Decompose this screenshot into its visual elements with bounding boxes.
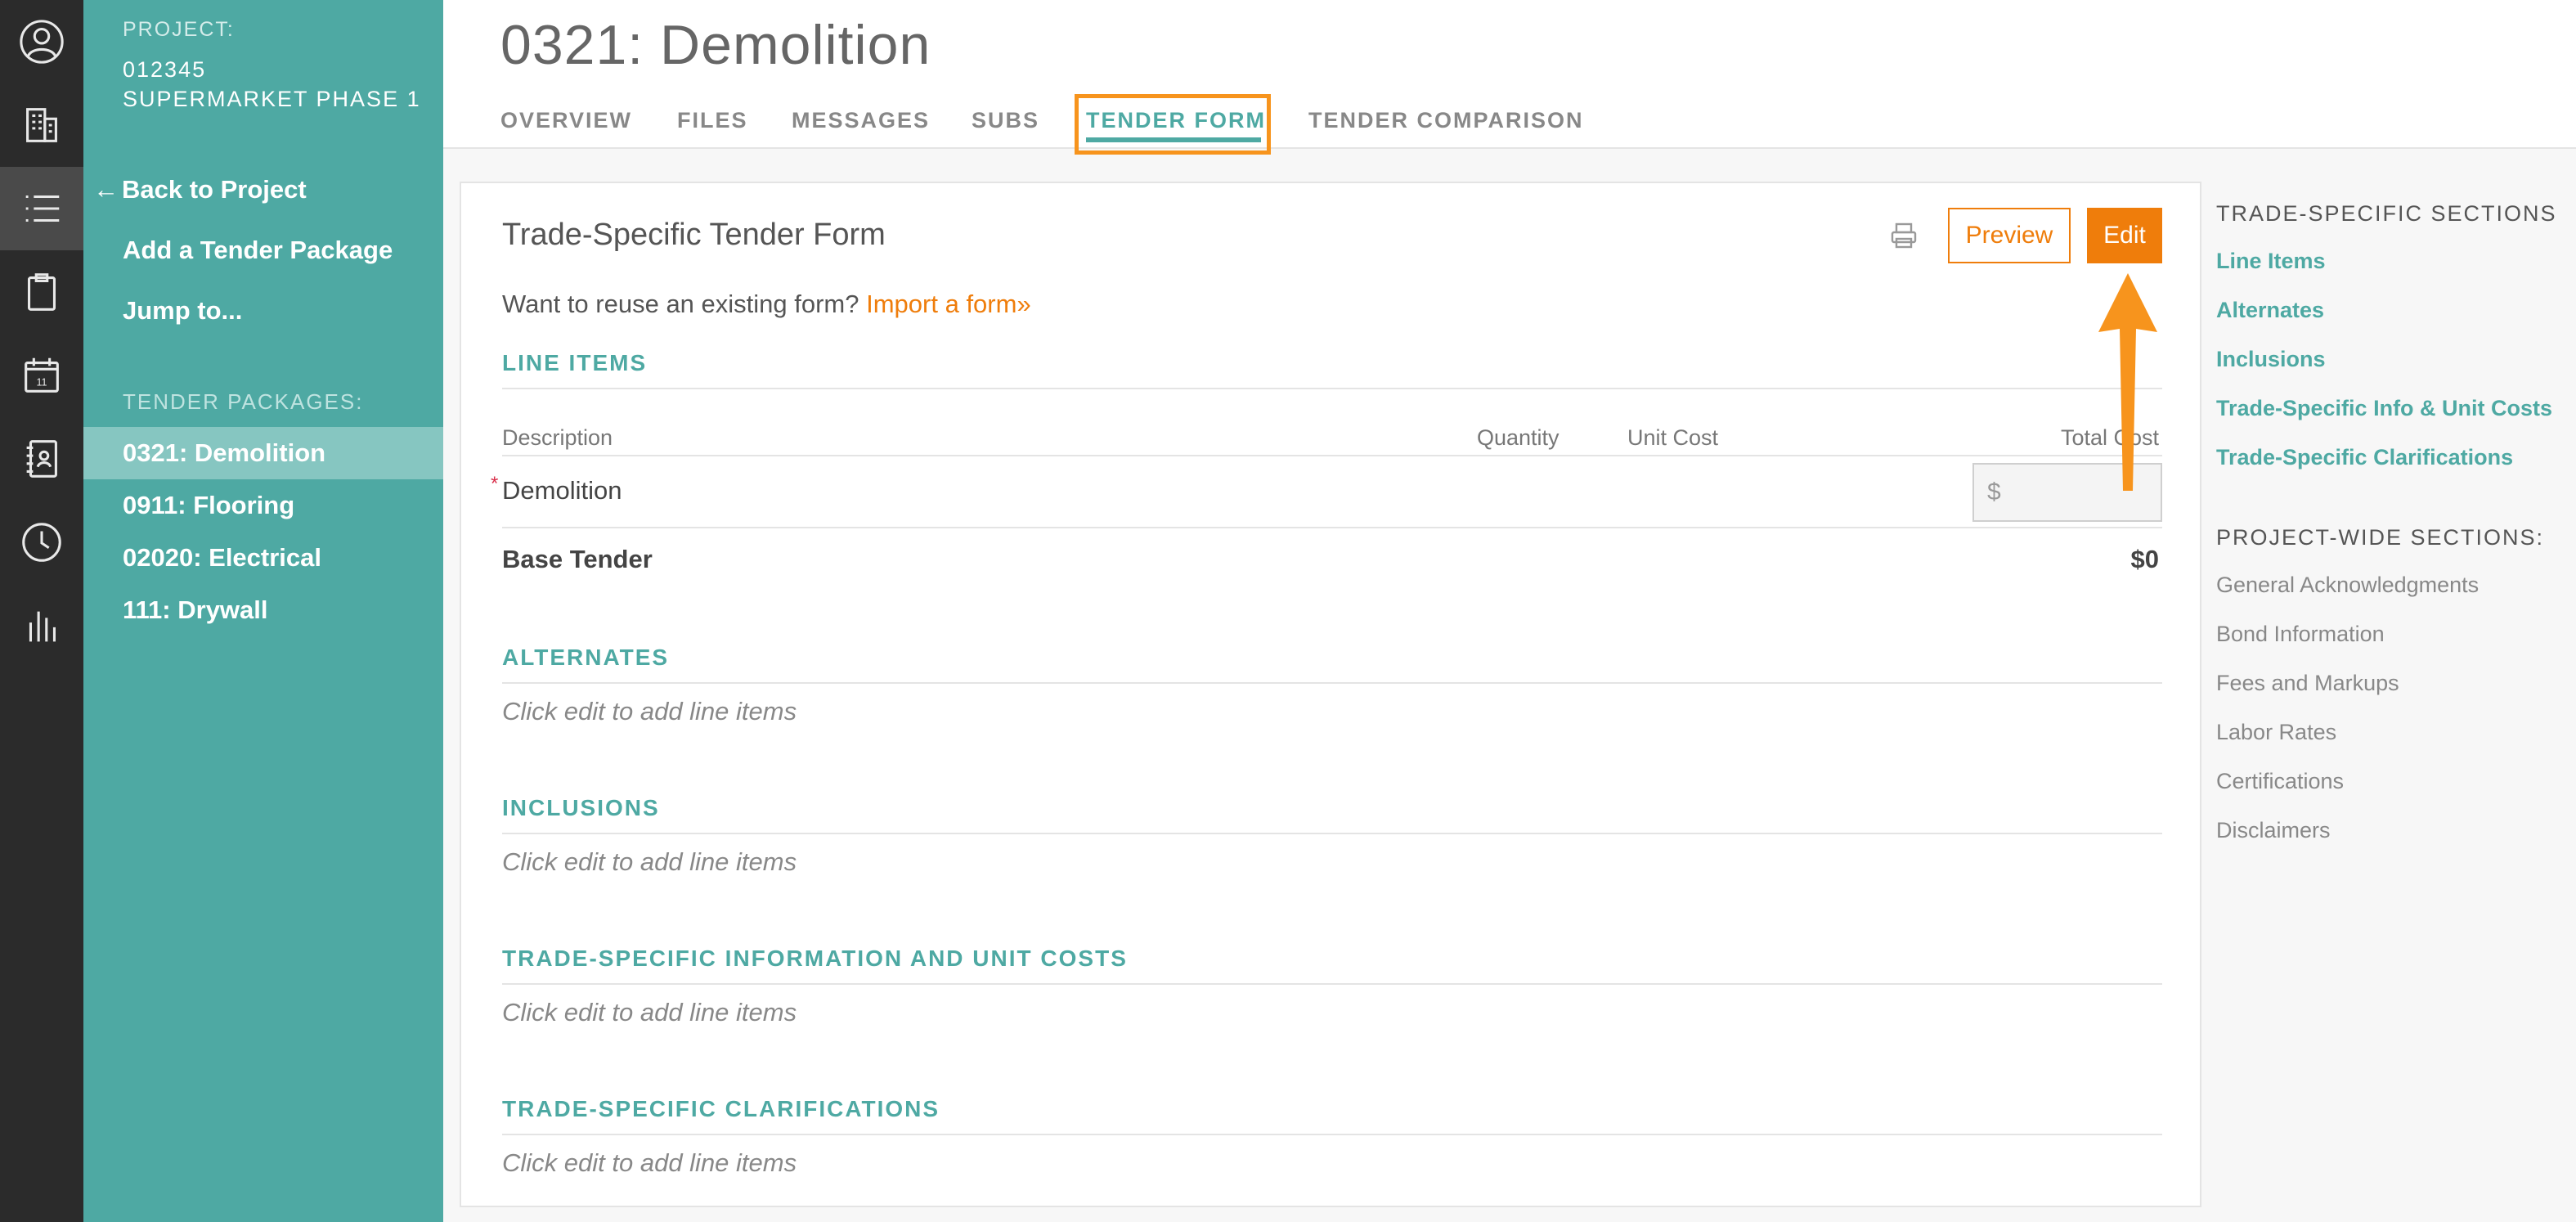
trade-info-empty-text: Click edit to add line items (502, 998, 797, 1027)
clock-icon (22, 523, 61, 562)
import-form-link[interactable]: Import a form» (866, 290, 1031, 318)
nav-inclusions[interactable]: Inclusions (2216, 347, 2326, 372)
section-title-inclusions: INCLUSIONS (502, 795, 2162, 834)
form-title: Trade-Specific Tender Form (502, 218, 886, 252)
page-header: 0321: Demolition OVERVIEW FILES MESSAGES… (443, 0, 2576, 149)
add-tender-package-link[interactable]: Add a Tender Package (123, 236, 393, 265)
alternates-empty-text: Click edit to add line items (502, 697, 797, 726)
rail-directory[interactable] (0, 417, 83, 501)
column-header-description: Description (502, 425, 613, 450)
project-number: 012345 (123, 57, 207, 82)
tab-subs[interactable]: SUBS (972, 108, 1039, 133)
print-button[interactable] (1889, 221, 1919, 250)
package-item-flooring[interactable]: 0911: Flooring (83, 479, 443, 532)
contacts-icon (26, 440, 57, 478)
clarifications-empty-text: Click edit to add line items (502, 1148, 797, 1177)
required-marker: * (491, 473, 499, 495)
icon-rail: 11 (0, 0, 83, 1222)
base-tender-value: $0 (2130, 545, 2159, 573)
project-name: SUPERMARKET PHASE 1 (123, 87, 421, 111)
arrow-annotation-icon (2098, 273, 2157, 491)
svg-text:11: 11 (36, 377, 47, 389)
package-item-demolition[interactable]: 0321: Demolition (83, 427, 443, 479)
rail-projects[interactable] (0, 83, 83, 167)
project-sidebar: PROJECT: 012345 SUPERMARKET PHASE 1 ← Bac… (83, 0, 443, 1222)
list-icon (25, 195, 60, 222)
column-header-quantity: Quantity (1477, 425, 1560, 450)
nav-line-items[interactable]: Line Items (2216, 249, 2326, 274)
column-header-unit-cost: Unit Cost (1627, 425, 1719, 450)
project-label: PROJECT: (123, 18, 235, 41)
building-icon (26, 108, 57, 142)
clipboard-icon (27, 273, 56, 311)
nav-clarifications[interactable]: Trade-Specific Clarifications (2216, 445, 2513, 470)
back-arrow-icon: ← (93, 175, 119, 204)
trade-sections-label: TRADE-SPECIFIC SECTIONS (2216, 201, 2557, 226)
nav-labor-rates[interactable]: Labor Rates (2216, 720, 2336, 745)
rail-profile[interactable] (0, 0, 83, 83)
rail-tasks[interactable] (0, 250, 83, 334)
bar-chart-icon (29, 611, 56, 642)
tab-files[interactable]: FILES (677, 108, 748, 133)
tender-form-card: Trade-Specific Tender Form Preview Edit … (460, 182, 2201, 1207)
reuse-prompt: Want to reuse an existing form? (502, 290, 859, 318)
reuse-form-text: Want to reuse an existing form? Import a… (502, 290, 1031, 319)
rail-history[interactable] (0, 501, 83, 584)
nav-fees-markups[interactable]: Fees and Markups (2216, 671, 2399, 696)
package-item-drywall[interactable]: 111: Drywall (83, 584, 443, 636)
section-title-alternates: ALTERNATES (502, 645, 2162, 684)
rail-tenders[interactable] (0, 167, 83, 250)
rail-calendar[interactable]: 11 (0, 334, 83, 417)
tab-overview[interactable]: OVERVIEW (500, 108, 632, 133)
nav-certifications[interactable]: Certifications (2216, 769, 2344, 794)
back-to-project-label: Back to Project (122, 175, 307, 204)
inclusions-empty-text: Click edit to add line items (502, 847, 797, 876)
tab-tender-comparison[interactable]: TENDER COMPARISON (1308, 108, 1584, 133)
rail-reports[interactable] (0, 584, 83, 667)
line-item-description: Demolition (502, 476, 622, 505)
tender-packages-label: TENDER PACKAGES: (123, 389, 364, 414)
page-title: 0321: Demolition (500, 14, 931, 76)
tab-highlight-annotation (1075, 94, 1271, 155)
tab-messages[interactable]: MESSAGES (792, 108, 930, 133)
section-title-line-items: LINE ITEMS (502, 350, 2162, 389)
section-title-trade-info: TRADE-SPECIFIC INFORMATION AND UNIT COST… (502, 946, 2162, 985)
nav-alternates[interactable]: Alternates (2216, 298, 2324, 323)
nav-bond-information[interactable]: Bond Information (2216, 622, 2385, 647)
base-tender-label: Base Tender (502, 545, 653, 573)
section-title-clarifications: TRADE-SPECIFIC CLARIFICATIONS (502, 1096, 2162, 1135)
project-sections-label: PROJECT-WIDE SECTIONS: (2216, 525, 2545, 550)
calendar-icon: 11 (25, 357, 59, 393)
row-divider (502, 527, 2162, 528)
nav-trade-info[interactable]: Trade-Specific Info & Unit Costs (2216, 396, 2552, 421)
user-icon (20, 20, 64, 64)
nav-general-acknowledgments[interactable]: General Acknowledgments (2216, 573, 2479, 598)
nav-disclaimers[interactable]: Disclaimers (2216, 818, 2331, 843)
preview-button[interactable]: Preview (1948, 208, 2071, 263)
row-divider (502, 455, 2162, 456)
package-item-electrical[interactable]: 02020: Electrical (83, 532, 443, 584)
printer-icon (1891, 222, 1917, 249)
back-to-project-link[interactable]: ← Back to Project (93, 175, 307, 204)
edit-button[interactable]: Edit (2087, 208, 2162, 263)
jump-to-link[interactable]: Jump to... (123, 296, 242, 326)
